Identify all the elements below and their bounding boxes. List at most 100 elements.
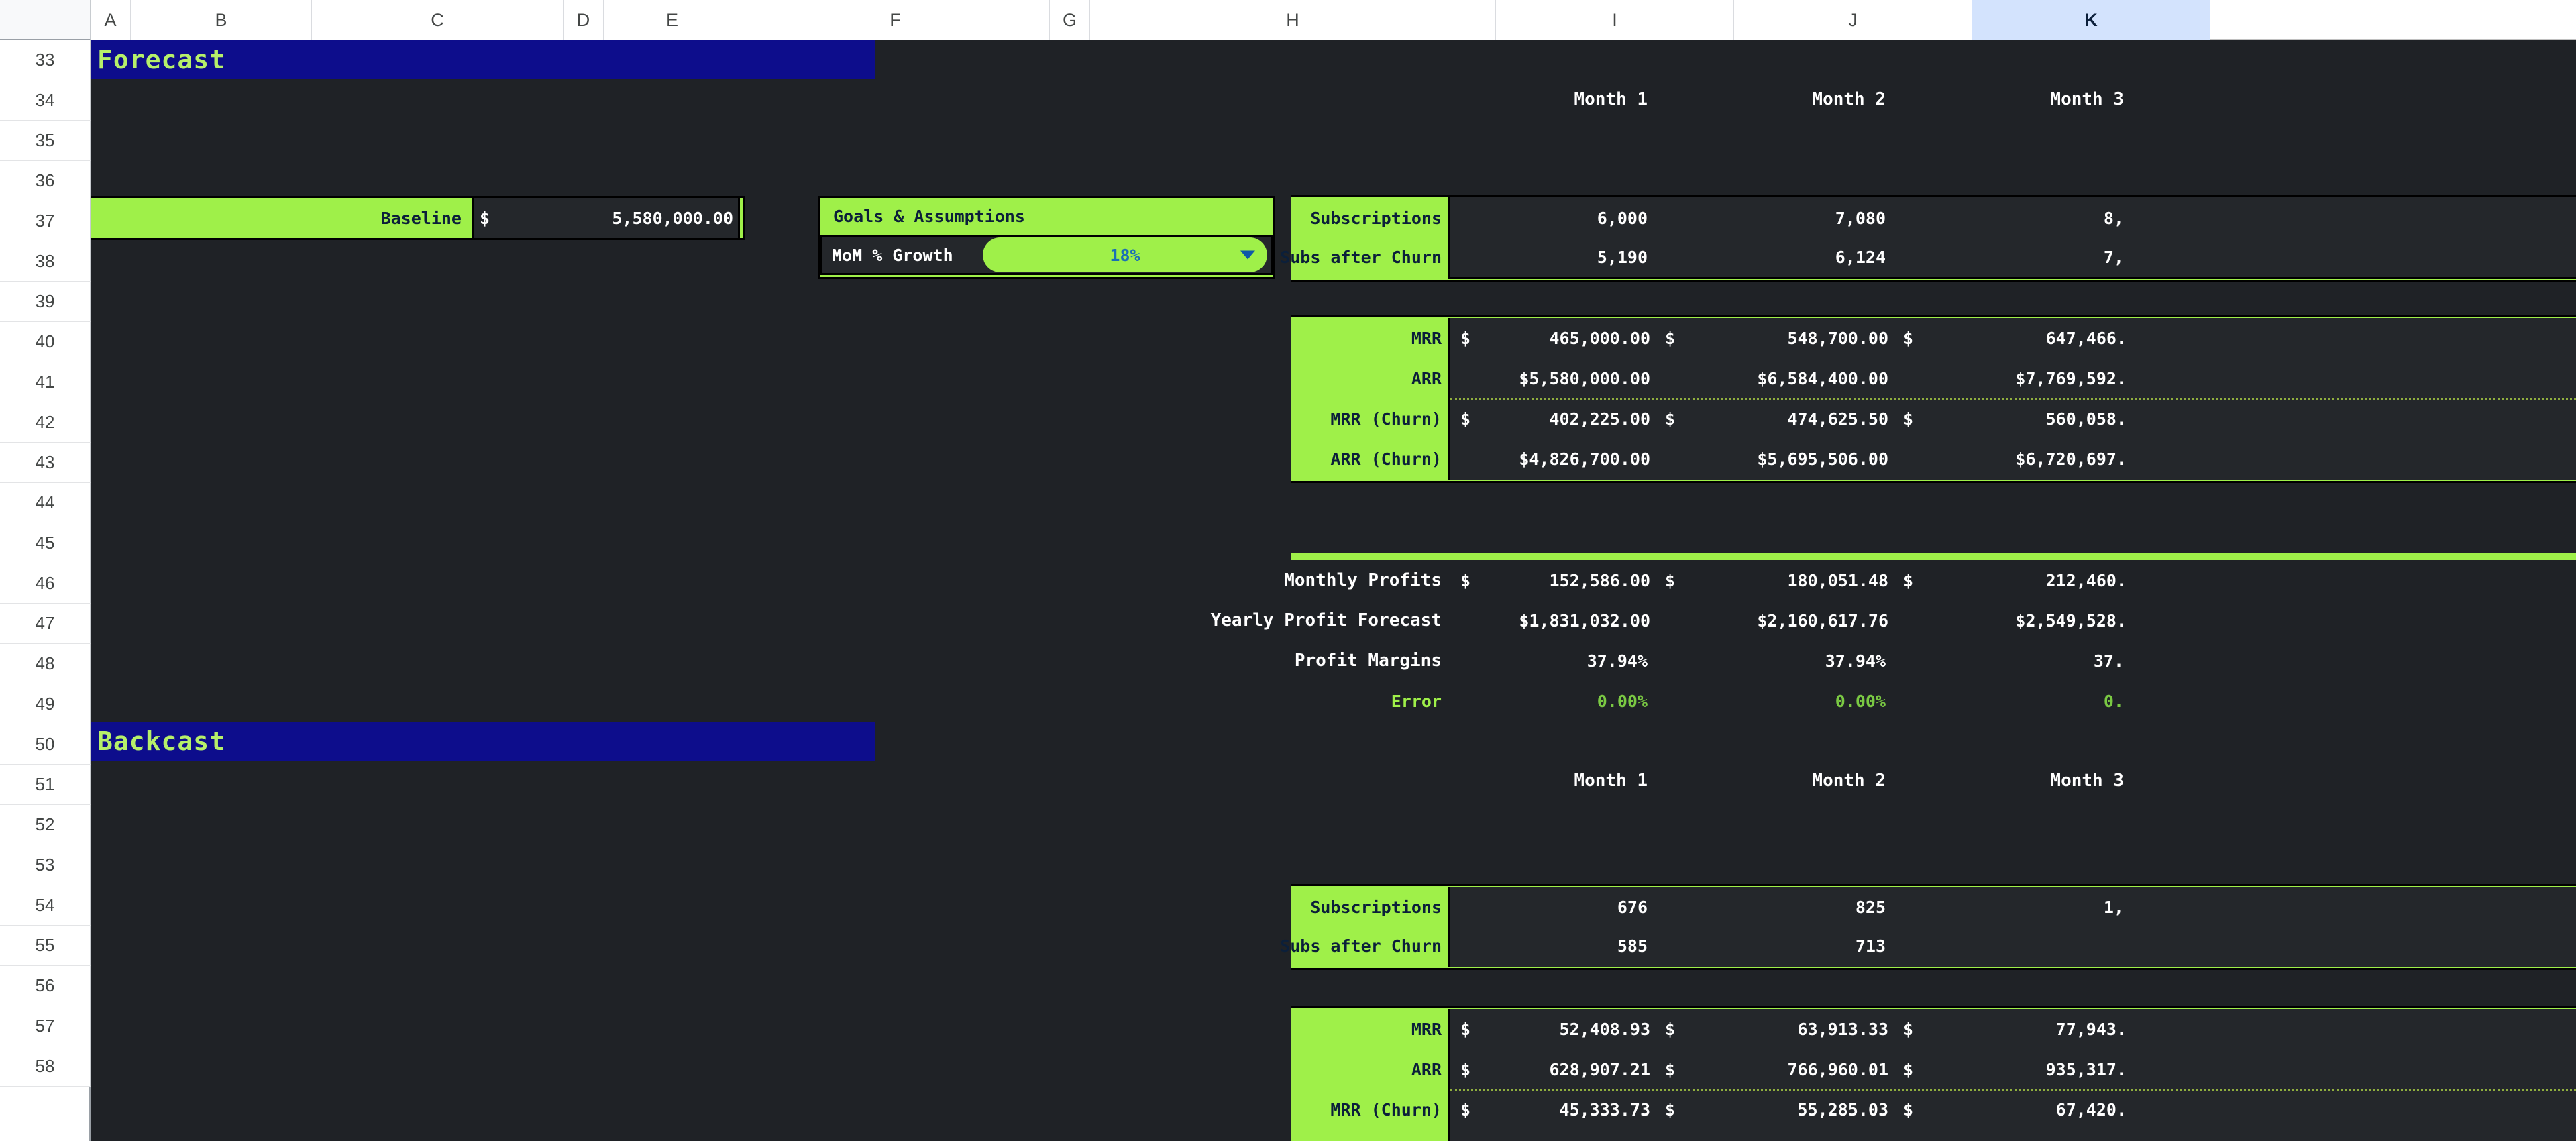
row-header-33[interactable]: 33 bbox=[0, 40, 91, 80]
forecast-error-m1: 0.00% bbox=[1597, 691, 1648, 711]
value: 212,460. bbox=[2045, 570, 2127, 590]
row-header-43[interactable]: 43 bbox=[0, 443, 91, 483]
column-header-d[interactable]: D bbox=[564, 0, 604, 40]
row-header-41[interactable]: 41 bbox=[0, 362, 91, 402]
column-header-g[interactable]: G bbox=[1050, 0, 1090, 40]
forecast-yearly-profit-label: Yearly Profit Forecast bbox=[1210, 610, 1442, 631]
row-header-49[interactable]: 49 bbox=[0, 684, 91, 724]
row-header-48[interactable]: 48 bbox=[0, 644, 91, 684]
backcast-subs-after-churn-m2: 713 bbox=[1855, 936, 1886, 956]
row-header-37[interactable]: 37 bbox=[0, 201, 91, 241]
forecast-arr-churn-m1: $4,826,700.00 bbox=[1519, 449, 1650, 469]
forecast-arr-label: ARR bbox=[1411, 368, 1442, 388]
backcast-mrr-churn-m2: $ 55,285.03 bbox=[1657, 1089, 1895, 1130]
row-header-58[interactable]: 58 bbox=[0, 1046, 91, 1087]
row-header-55[interactable]: 55 bbox=[0, 926, 91, 966]
column-header-f[interactable]: F bbox=[741, 0, 1050, 40]
backcast-arr-churn-label: ARR (Churn) bbox=[1244, 1130, 1447, 1141]
column-header-i[interactable]: I bbox=[1496, 0, 1734, 40]
column-header-h[interactable]: H bbox=[1090, 0, 1496, 40]
row-header-39[interactable]: 39 bbox=[0, 282, 91, 322]
forecast-profit-divider bbox=[1291, 553, 2576, 560]
column-header-bar: ABCDEFGHIJK bbox=[0, 0, 2576, 40]
row-header-46[interactable]: 46 bbox=[0, 563, 91, 604]
row-header-38[interactable]: 38 bbox=[0, 241, 91, 282]
backcast-arr-churn-m3: $ 809,049. bbox=[1895, 1130, 2133, 1141]
row-header-36[interactable]: 36 bbox=[0, 161, 91, 201]
row-header-35[interactable]: 35 bbox=[0, 121, 91, 161]
backcast-mrr-label: MRR bbox=[1411, 1019, 1442, 1039]
forecast-month-header-3: Month 3 bbox=[2050, 89, 2124, 109]
row-header-40[interactable]: 40 bbox=[0, 322, 91, 362]
backcast-arr-m3: $ 935,317. bbox=[1895, 1049, 2133, 1089]
value: 63,913.33 bbox=[1797, 1019, 1888, 1039]
column-header-e[interactable]: E bbox=[604, 0, 741, 40]
forecast-subscriptions-m3: 8, bbox=[2103, 208, 2124, 228]
forecast-subs-after-churn-m3: 7, bbox=[2103, 247, 2124, 267]
row-header-44[interactable]: 44 bbox=[0, 483, 91, 523]
row-header-47[interactable]: 47 bbox=[0, 604, 91, 644]
backcast-month-header-2: Month 2 bbox=[1812, 771, 1886, 791]
backcast-subs-after-churn-m3 bbox=[1895, 926, 2133, 965]
forecast-profit-margins-m1: 37.94% bbox=[1587, 651, 1648, 671]
row-header-51[interactable]: 51 bbox=[0, 765, 91, 805]
column-header-b[interactable]: B bbox=[131, 0, 312, 40]
column-header-c[interactable]: C bbox=[312, 0, 564, 40]
row-header-52[interactable]: 52 bbox=[0, 805, 91, 845]
forecast-profit-margins-m3: 37. bbox=[2093, 651, 2124, 671]
backcast-subs-after-churn-m1: 585 bbox=[1617, 936, 1648, 956]
currency-symbol: $ bbox=[1665, 409, 1676, 429]
backcast-arr-churn-m2: $ 663,420.41 bbox=[1657, 1130, 1895, 1141]
currency-symbol: $ bbox=[1903, 1019, 1914, 1039]
mom-growth-label: MoM % Growth bbox=[832, 245, 953, 265]
forecast-subscriptions-m1: 6,000 bbox=[1597, 208, 1648, 228]
column-header-j[interactable]: J bbox=[1734, 0, 1972, 40]
currency-symbol: $ bbox=[1665, 1099, 1676, 1120]
row-header-53[interactable]: 53 bbox=[0, 845, 91, 885]
currency-symbol: $ bbox=[1665, 328, 1676, 348]
value: 52,408.93 bbox=[1559, 1019, 1650, 1039]
backcast-mrr-churn-m1: $ 45,333.73 bbox=[1452, 1089, 1657, 1130]
row-header-54[interactable]: 54 bbox=[0, 885, 91, 926]
currency-symbol: $ bbox=[1903, 328, 1914, 348]
value: 935,317. bbox=[2045, 1059, 2127, 1079]
row-header-57[interactable]: 57 bbox=[0, 1006, 91, 1046]
forecast-mrr-m1: $ 465,000.00 bbox=[1452, 318, 1657, 358]
currency-symbol: $ bbox=[1903, 409, 1914, 429]
currency-symbol: $ bbox=[1460, 570, 1471, 590]
column-header-a[interactable]: A bbox=[91, 0, 131, 40]
row-header-45[interactable]: 45 bbox=[0, 523, 91, 563]
forecast-subs-after-churn-m2: 6,124 bbox=[1835, 247, 1886, 267]
backcast-banner: Backcast bbox=[91, 722, 875, 761]
select-all-corner[interactable] bbox=[0, 0, 91, 40]
forecast-arr-m3: $7,769,592. bbox=[2015, 368, 2127, 388]
forecast-arr-churn-m3: $6,720,697. bbox=[2015, 449, 2127, 469]
row-header-42[interactable]: 42 bbox=[0, 402, 91, 443]
mom-growth-dropdown[interactable]: 18% bbox=[983, 237, 1267, 272]
backcast-title: Backcast bbox=[97, 726, 226, 756]
value: 55,285.03 bbox=[1797, 1099, 1888, 1120]
forecast-mrr-m3: $ 647,466. bbox=[1895, 318, 2133, 358]
value: 474,625.50 bbox=[1787, 409, 1888, 429]
forecast-subscriptions-m2: 7,080 bbox=[1835, 208, 1886, 228]
forecast-mrr-label: MRR bbox=[1411, 328, 1442, 348]
backcast-subscriptions-m2: 825 bbox=[1855, 897, 1886, 917]
backcast-mrr-churn-label: MRR (Churn) bbox=[1330, 1099, 1442, 1120]
row-header-56[interactable]: 56 bbox=[0, 966, 91, 1006]
forecast-arr-churn-m2: $5,695,506.00 bbox=[1757, 449, 1888, 469]
backcast-subs-after-churn-label: Subs after Churn bbox=[1280, 936, 1442, 956]
backcast-arr-churn-m1: $ 544,004.74 bbox=[1452, 1130, 1657, 1141]
row-header-50[interactable]: 50 bbox=[0, 724, 91, 765]
backcast-mrr-churn-m3: $ 67,420. bbox=[1895, 1089, 2133, 1130]
currency-symbol: $ bbox=[1903, 1099, 1914, 1120]
row-header-34[interactable]: 34 bbox=[0, 80, 91, 121]
forecast-profit-margins-label: Profit Margins bbox=[1294, 651, 1442, 671]
backcast-month-header-1: Month 1 bbox=[1574, 771, 1648, 791]
column-header-k[interactable]: K bbox=[1972, 0, 2210, 40]
backcast-subscriptions-m1: 676 bbox=[1617, 897, 1648, 917]
value: 766,960.01 bbox=[1787, 1059, 1888, 1079]
forecast-yearly-profit-m2: $2,160,617.76 bbox=[1757, 610, 1888, 631]
baseline-value[interactable]: $ 5,580,000.00 bbox=[472, 196, 740, 240]
value: 77,943. bbox=[2055, 1019, 2127, 1039]
forecast-profit-margins-m2: 37.94% bbox=[1825, 651, 1886, 671]
